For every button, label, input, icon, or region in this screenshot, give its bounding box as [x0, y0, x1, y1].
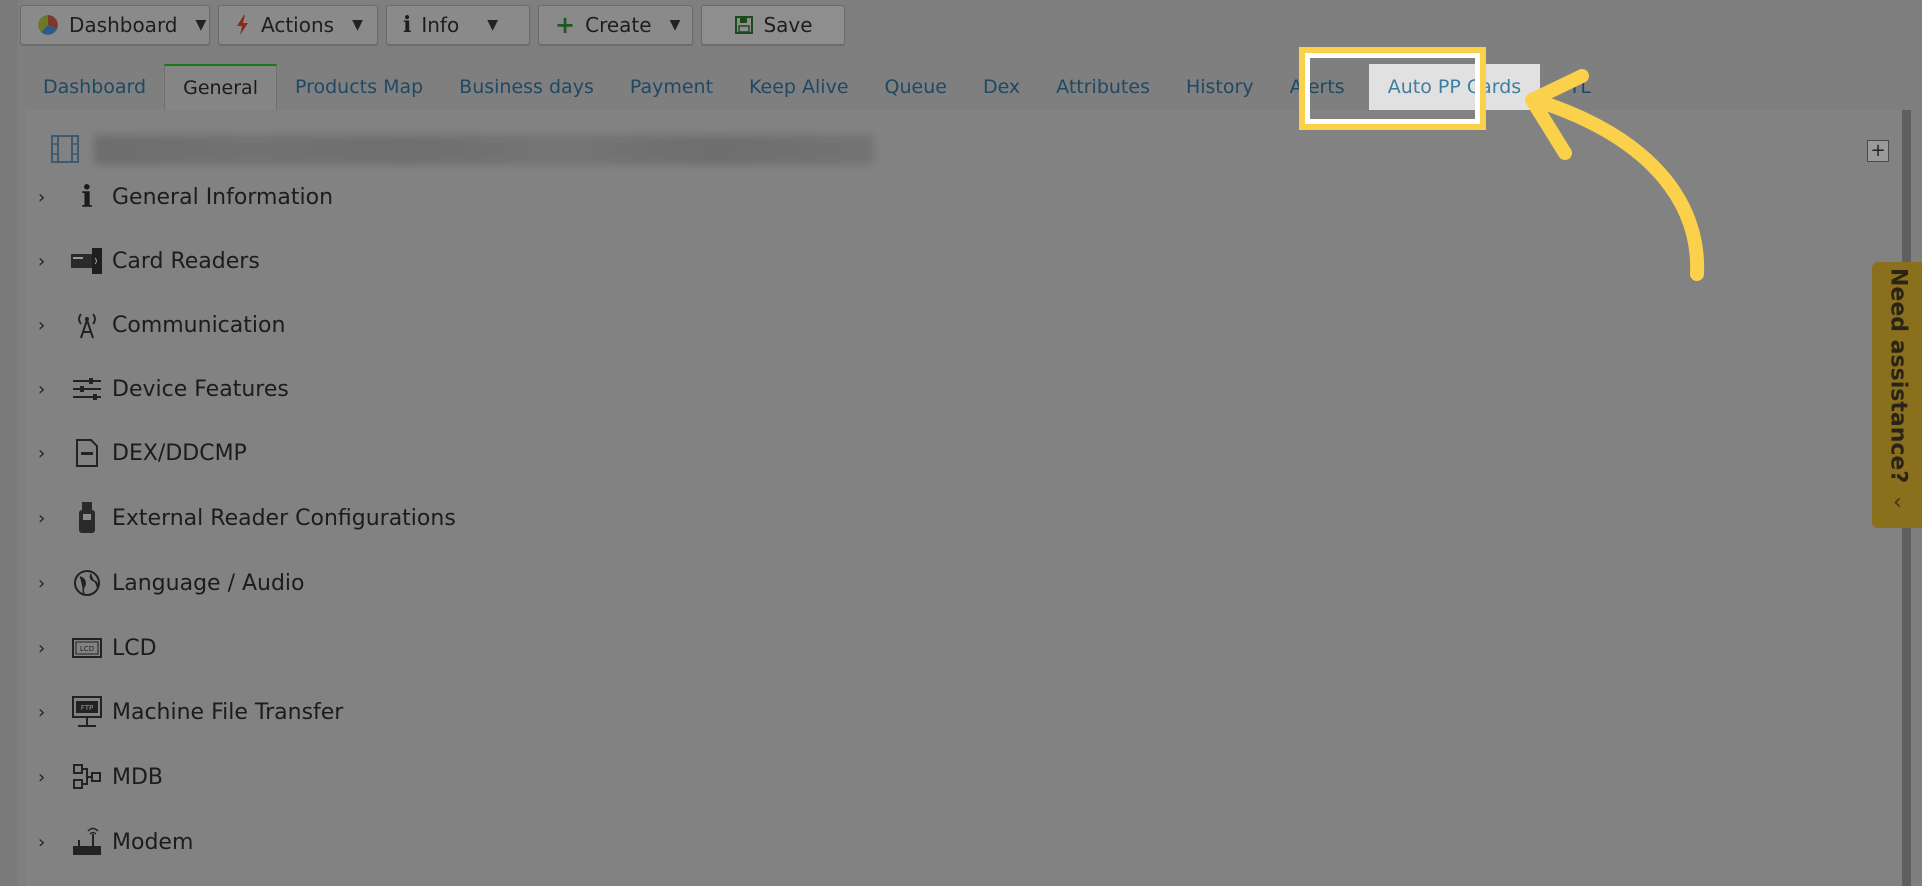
chevron-right-icon[interactable]: ›: [38, 638, 56, 659]
info-icon: i: [81, 179, 93, 215]
svg-text:FTP: FTP: [81, 704, 93, 712]
tab-general[interactable]: General: [164, 64, 277, 110]
save-icon: [735, 16, 754, 34]
section-label: LCD: [112, 635, 157, 661]
section-row-dex-ddcmp[interactable]: › DEX/DDCMP: [38, 433, 247, 473]
lightning-icon: [235, 14, 251, 36]
expand-all-button[interactable]: +: [1867, 140, 1889, 162]
chevron-down-icon: ▼: [352, 17, 363, 33]
chevron-right-icon[interactable]: ›: [38, 187, 56, 208]
section-row-lcd[interactable]: › LCD LCD: [38, 628, 157, 668]
chevron-right-icon[interactable]: ›: [38, 702, 56, 723]
toolbar: Dashboard ▼ Actions ▼ i Info ▼ + Create …: [20, 5, 845, 47]
section-row-device-features[interactable]: › Device Features: [38, 369, 289, 409]
tab-alerts[interactable]: Alerts: [1272, 64, 1363, 110]
globe-audio-icon: [70, 566, 104, 600]
dashboard-button-label: Dashboard: [69, 13, 178, 37]
section-label: Modem: [112, 829, 194, 855]
create-button-label: Create: [585, 13, 652, 37]
need-assistance-label: Need assistance?: [1885, 268, 1911, 484]
chevron-right-icon[interactable]: ›: [38, 832, 56, 853]
section-row-card-readers[interactable]: › Card Readers: [38, 241, 260, 281]
section-row-machine-file-transfer[interactable]: › FTP Machine File Transfer: [38, 692, 343, 732]
actions-dropdown-button[interactable]: Actions ▼: [218, 5, 378, 45]
tab-dashboard[interactable]: Dashboard: [25, 64, 164, 110]
antenna-icon: [70, 308, 104, 342]
modem-icon: [70, 825, 104, 859]
svg-text:LCD: LCD: [80, 645, 94, 653]
tab-history[interactable]: History: [1168, 64, 1272, 110]
external-reader-icon: [70, 501, 104, 535]
left-edge: [0, 0, 18, 886]
section-label: DEX/DDCMP: [112, 440, 247, 466]
tab-queue[interactable]: Queue: [867, 64, 965, 110]
save-button-label: Save: [763, 13, 813, 37]
info-dropdown-button[interactable]: i Info ▼: [386, 5, 530, 45]
plus-icon: +: [555, 11, 576, 39]
section-row-mdb[interactable]: › MDB: [38, 757, 163, 797]
section-label: Language / Audio: [112, 570, 305, 596]
section-row-external-reader-configurations[interactable]: › External Reader Configurations: [38, 498, 456, 538]
tab-business-days[interactable]: Business days: [441, 64, 612, 110]
card-reader-icon: [70, 244, 104, 278]
section-label: MDB: [112, 764, 164, 790]
info-icon: i: [403, 12, 412, 38]
section-row-language-audio[interactable]: › Language / Audio: [38, 563, 305, 603]
actions-button-label: Actions: [261, 13, 335, 37]
dashboard-dropdown-button[interactable]: Dashboard ▼: [20, 5, 210, 45]
lcd-icon: LCD: [70, 631, 104, 665]
mdb-icon: [70, 760, 104, 794]
section-label: Device Features: [112, 376, 289, 402]
blurred-device-title: [94, 135, 874, 165]
save-button[interactable]: Save: [701, 5, 845, 45]
plus-icon: +: [1870, 140, 1886, 161]
chevron-right-icon[interactable]: ›: [38, 443, 56, 464]
section-label: Communication: [112, 312, 286, 338]
chevron-right-icon[interactable]: ›: [38, 315, 56, 336]
ftp-icon: FTP: [70, 695, 104, 729]
chevron-down-icon: ▼: [669, 17, 681, 33]
tab-dex[interactable]: Dex: [965, 64, 1038, 110]
chevron-left-icon[interactable]: ‹: [1893, 490, 1902, 515]
section-label: Card Readers: [112, 248, 260, 274]
film-icon: [50, 134, 80, 168]
tab-products-map[interactable]: Products Map: [277, 64, 441, 110]
annotation-arrow-icon: [1525, 69, 1705, 281]
section-label: General Information: [112, 184, 334, 210]
chevron-right-icon[interactable]: ›: [38, 251, 56, 272]
section-label: Machine File Transfer: [112, 699, 344, 725]
sliders-icon: [70, 372, 104, 406]
section-label: External Reader Configurations: [112, 505, 456, 531]
section-row-modem[interactable]: › Modem: [38, 822, 193, 862]
section-row-general-information[interactable]: › i General Information: [38, 177, 333, 217]
create-dropdown-button[interactable]: + Create ▼: [538, 5, 693, 45]
pie-chart-icon: [37, 14, 59, 36]
document-icon: [70, 436, 104, 470]
chevron-right-icon[interactable]: ›: [38, 573, 56, 594]
tab-payment[interactable]: Payment: [612, 64, 731, 110]
section-row-communication[interactable]: › Communication: [38, 305, 285, 345]
info-button-label: Info: [421, 13, 460, 37]
tab-attributes[interactable]: Attributes: [1038, 64, 1168, 110]
chevron-right-icon[interactable]: ›: [38, 767, 56, 788]
chevron-right-icon[interactable]: ›: [38, 508, 56, 529]
chevron-down-icon: ▼: [487, 17, 498, 33]
chevron-right-icon[interactable]: ›: [38, 379, 56, 400]
chevron-down-icon: ▼: [195, 17, 207, 33]
tab-keep-alive[interactable]: Keep Alive: [731, 64, 866, 110]
